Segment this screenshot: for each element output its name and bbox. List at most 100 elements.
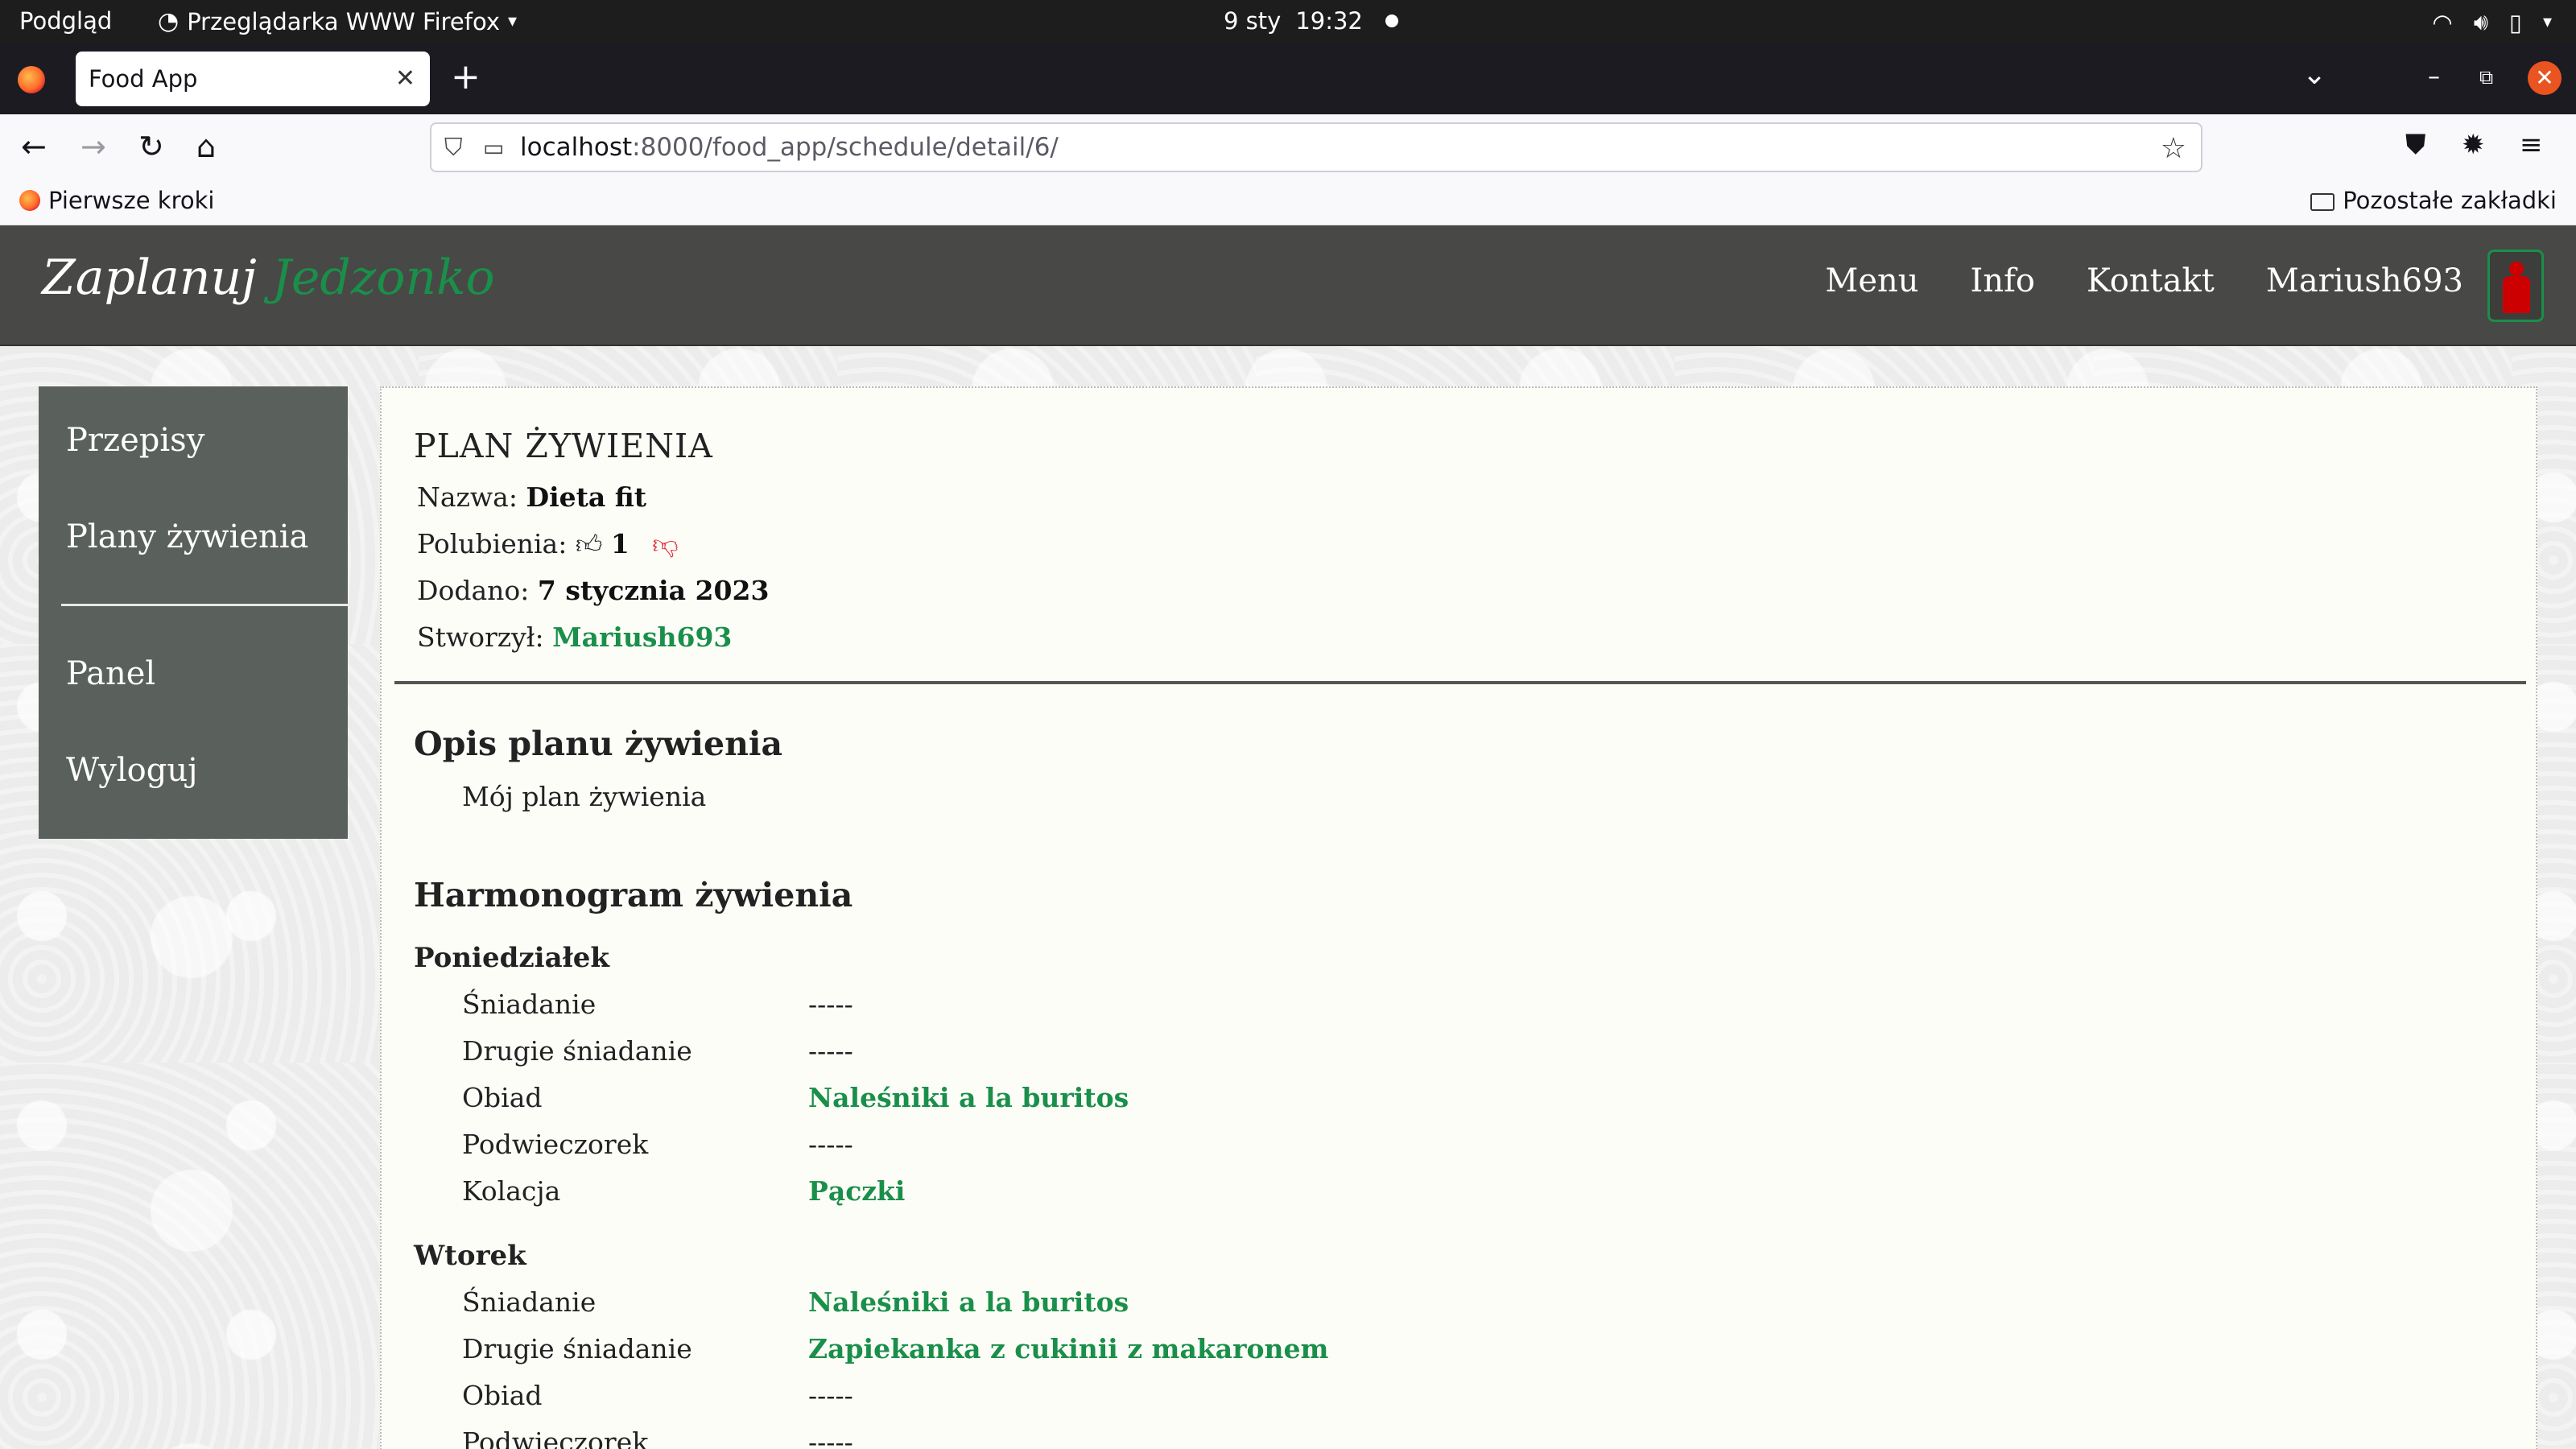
app-name-label: Przeglądarka WWW Firefox bbox=[187, 7, 500, 35]
user-avatar-icon[interactable] bbox=[2487, 250, 2544, 322]
sidebar-item-panel[interactable]: Panel bbox=[66, 655, 155, 692]
reload-icon[interactable]: ↻ bbox=[138, 129, 164, 164]
page-title: PLAN ŻYWIENIA bbox=[414, 427, 713, 465]
added-row: Dodano: 7 stycznia 2023 bbox=[417, 575, 769, 606]
close-window-icon[interactable]: ✕ bbox=[2528, 61, 2562, 95]
sidebar-divider bbox=[61, 604, 348, 606]
plan-name-row: Nazwa: Dieta fit bbox=[417, 481, 646, 513]
recipe-link[interactable]: Pączki bbox=[808, 1175, 905, 1207]
close-tab-icon[interactable]: ✕ bbox=[395, 64, 415, 93]
meal-label: Śniadanie bbox=[462, 1286, 597, 1318]
meal-empty: ----- bbox=[808, 1380, 853, 1411]
nav-username[interactable]: Mariush693 bbox=[2266, 262, 2463, 299]
chevron-down-icon: ▾ bbox=[2542, 12, 2552, 32]
meal-label: Podwieczorek bbox=[462, 1129, 649, 1160]
recipe-link[interactable]: Naleśniki a la buritos bbox=[808, 1082, 1129, 1113]
url-bar[interactable]: ⛉ ▭ localhost:8000/food_app/schedule/det… bbox=[430, 122, 2202, 172]
system-top-bar: Podgląd ◔ Przeglądarka WWW Firefox ▾ 9 s… bbox=[0, 0, 2576, 43]
avatar-head bbox=[2509, 262, 2524, 276]
site-header: Zaplanuj Jedzonko Menu Info Kontakt Mari… bbox=[0, 225, 2576, 346]
hamburger-menu-icon[interactable]: ≡ bbox=[2520, 129, 2543, 161]
url-text[interactable]: localhost:8000/food_app/schedule/detail/… bbox=[520, 133, 1059, 162]
battery-icon: ▯ bbox=[2508, 8, 2522, 36]
activities-button[interactable]: Podgląd bbox=[19, 7, 112, 35]
meal-label: Drugie śniadanie bbox=[462, 1035, 692, 1067]
tab-food-app[interactable]: Food App ✕ bbox=[76, 52, 430, 106]
meal-label: Drugie śniadanie bbox=[462, 1333, 692, 1364]
section-divider bbox=[394, 681, 2526, 684]
url-path: :8000/food_app/schedule/detail/6/ bbox=[632, 133, 1059, 162]
volume-icon: 🔊︎ bbox=[2473, 8, 2488, 35]
page-icon[interactable]: ▭ bbox=[483, 134, 510, 161]
nav-menu[interactable]: Menu bbox=[1825, 262, 1918, 299]
meal-empty: ----- bbox=[808, 989, 853, 1020]
description-text: Mój plan żywienia bbox=[462, 781, 707, 812]
firefox-app-icon: ◔ bbox=[158, 7, 180, 35]
bookmarks-toolbar: Pierwsze kroki Pozostałe zakładki bbox=[0, 179, 2576, 225]
minimize-icon[interactable]: – bbox=[2428, 63, 2440, 91]
chevron-down-icon: ▾ bbox=[507, 11, 518, 31]
tab-strip: Food App ✕ + ⌄ – ⧉ ✕ bbox=[0, 43, 2576, 114]
pocket-icon[interactable]: ⛊ bbox=[2405, 129, 2426, 161]
sidebar: Przepisy Plany żywienia Panel Wyloguj bbox=[39, 386, 348, 839]
extensions-icon[interactable]: ✹ bbox=[2462, 129, 2485, 161]
clock[interactable]: 9 sty 19:32 bbox=[1224, 7, 1398, 35]
meal-empty: ----- bbox=[808, 1129, 853, 1160]
meal-empty: ----- bbox=[808, 1035, 853, 1067]
meal-label: Obiad bbox=[462, 1082, 543, 1113]
wifi-icon: ◠ bbox=[2432, 8, 2453, 36]
sidebar-item-wyloguj[interactable]: Wyloguj bbox=[66, 752, 197, 789]
firefox-view-icon[interactable] bbox=[18, 66, 45, 93]
notification-dot-icon bbox=[1385, 14, 1398, 27]
plan-detail-panel: PLAN ŻYWIENIA Nazwa: Dieta fit Polubieni… bbox=[380, 386, 2537, 1449]
shield-icon[interactable]: ⛉ bbox=[444, 134, 472, 162]
name-label: Nazwa: bbox=[417, 481, 518, 513]
schedule-heading: Harmonogram żywienia bbox=[414, 876, 853, 914]
thumbs-up-icon[interactable]: 👍︎ bbox=[576, 529, 602, 560]
restore-icon[interactable]: ⧉ bbox=[2479, 66, 2493, 89]
day-name: Wtorek bbox=[414, 1240, 526, 1272]
meal-empty: ----- bbox=[808, 1426, 853, 1449]
site-logo[interactable]: Zaplanuj Jedzonko bbox=[42, 250, 495, 306]
other-bookmarks-label: Pozostałe zakładki bbox=[2343, 187, 2557, 214]
system-tray[interactable]: ◠ 🔊︎ ▯ ▾ bbox=[2432, 8, 2552, 36]
clock-date: 9 sty bbox=[1224, 7, 1282, 35]
recipe-link[interactable]: Zapiekanka z cukinii z makaronem bbox=[808, 1333, 1328, 1364]
description-heading: Opis planu żywienia bbox=[414, 724, 783, 763]
back-arrow-icon[interactable]: ← bbox=[21, 129, 47, 164]
folder-icon bbox=[2310, 193, 2335, 211]
other-bookmarks[interactable]: Pozostałe zakładki bbox=[2310, 187, 2557, 214]
likes-label: Polubienia: bbox=[417, 528, 568, 559]
thumbs-down-icon[interactable]: 👎︎ bbox=[652, 529, 678, 560]
added-label: Dodano: bbox=[417, 575, 530, 606]
bookmark-label: Pierwsze kroki bbox=[48, 187, 215, 214]
nav-kontakt[interactable]: Kontakt bbox=[2087, 262, 2215, 299]
author-label: Stworzył: bbox=[417, 621, 544, 653]
top-nav: Menu Info Kontakt Mariush693 bbox=[1825, 262, 2463, 299]
author-link[interactable]: Mariush693 bbox=[552, 621, 732, 653]
app-menu[interactable]: ◔ Przeglądarka WWW Firefox ▾ bbox=[158, 7, 517, 35]
sidebar-item-plany[interactable]: Plany żywienia bbox=[66, 518, 308, 555]
sidebar-item-przepisy[interactable]: Przepisy bbox=[66, 422, 204, 459]
likes-row: Polubienia: 👍︎ 1 👎︎ bbox=[417, 528, 679, 560]
bookmark-star-icon[interactable]: ☆ bbox=[2161, 132, 2186, 165]
nav-info[interactable]: Info bbox=[1971, 262, 2035, 299]
forward-arrow-icon[interactable]: → bbox=[80, 129, 106, 164]
avatar-body bbox=[2503, 276, 2530, 313]
bookmark-first-steps[interactable]: Pierwsze kroki bbox=[19, 187, 214, 214]
url-host: localhost bbox=[520, 133, 633, 162]
recipe-link[interactable]: Naleśniki a la buritos bbox=[808, 1286, 1129, 1318]
new-tab-button[interactable]: + bbox=[451, 56, 481, 97]
home-icon[interactable]: ⌂ bbox=[196, 129, 216, 164]
logo-part2: Jedzonko bbox=[271, 250, 495, 306]
meal-label: Podwieczorek bbox=[462, 1426, 649, 1449]
meal-label: Śniadanie bbox=[462, 989, 597, 1020]
meal-label: Obiad bbox=[462, 1380, 543, 1411]
list-all-tabs-icon[interactable]: ⌄ bbox=[2302, 58, 2326, 91]
page-viewport: Zaplanuj Jedzonko Menu Info Kontakt Mari… bbox=[0, 225, 2576, 1449]
meal-label: Kolacja bbox=[462, 1175, 561, 1207]
clock-time: 19:32 bbox=[1295, 7, 1363, 35]
likes-count: 1 bbox=[610, 528, 630, 559]
author-row: Stworzył: Mariush693 bbox=[417, 621, 732, 653]
plan-name: Dieta fit bbox=[526, 481, 646, 513]
